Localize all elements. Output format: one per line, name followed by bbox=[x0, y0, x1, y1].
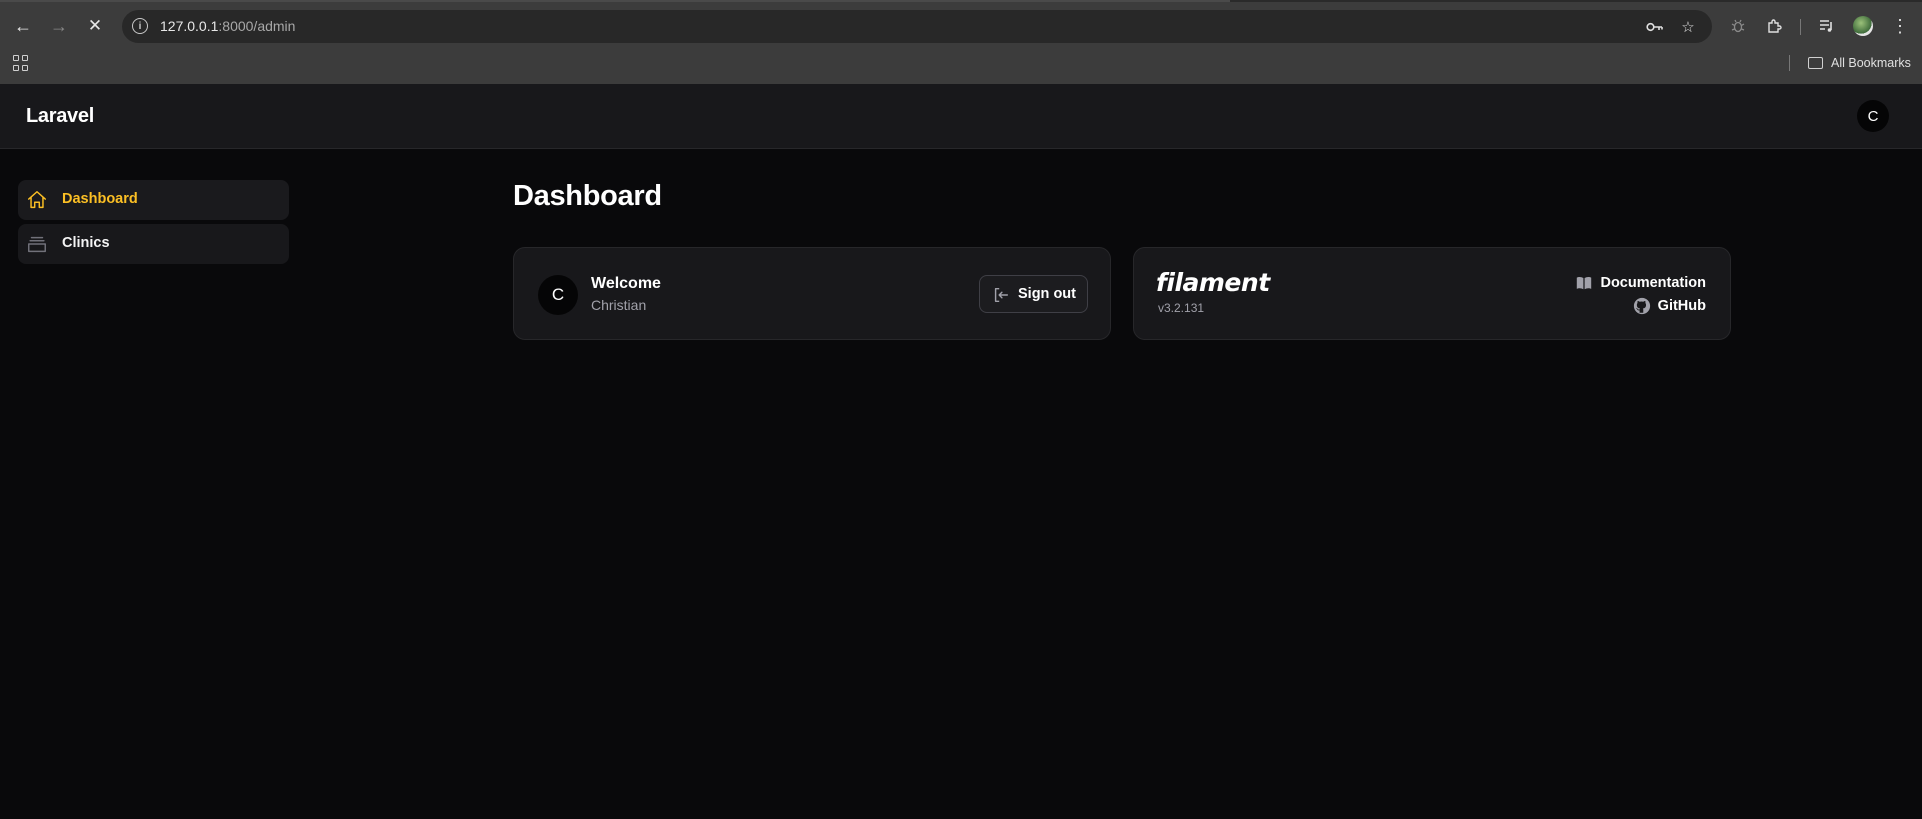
avatar: C bbox=[538, 275, 578, 315]
sign-out-icon bbox=[994, 287, 1009, 303]
active-tab[interactable] bbox=[0, 0, 1230, 2]
browser-menu-icon[interactable]: ⋮ bbox=[1887, 13, 1913, 39]
app-topbar: Laravel C bbox=[0, 84, 1922, 149]
bookmarks-bar: All Bookmarks bbox=[0, 47, 1922, 79]
filament-version: v3.2.131 bbox=[1158, 301, 1205, 315]
sidebar-item-label: Dashboard bbox=[62, 191, 138, 207]
folder-icon bbox=[1808, 57, 1823, 69]
sidebar-item-clinics[interactable]: Clinics bbox=[18, 224, 289, 264]
browser-chrome: ← → ✕ i 127.0.0.1:8000/admin ☆ ⋮ All Boo… bbox=[0, 0, 1922, 84]
apps-grid-icon[interactable] bbox=[13, 55, 29, 71]
account-widget: C Welcome Christian Sign out bbox=[513, 247, 1111, 340]
toolbar-divider bbox=[1800, 19, 1801, 35]
sign-out-button[interactable]: Sign out bbox=[979, 275, 1088, 313]
filament-logo[interactable]: filament bbox=[1156, 268, 1270, 297]
sidebar-item-dashboard[interactable]: Dashboard bbox=[18, 180, 289, 220]
sidebar: Dashboard Clinics bbox=[0, 150, 300, 819]
media-queue-icon[interactable] bbox=[1814, 13, 1840, 39]
sign-out-label: Sign out bbox=[1018, 286, 1076, 302]
url-text[interactable]: 127.0.0.1:8000/admin bbox=[160, 18, 295, 34]
brand-logo[interactable]: Laravel bbox=[26, 105, 94, 128]
welcome-heading: Welcome bbox=[591, 275, 661, 292]
bookmark-star-icon[interactable]: ☆ bbox=[1677, 16, 1699, 38]
github-icon bbox=[1633, 297, 1650, 315]
browser-profile-avatar[interactable] bbox=[1853, 16, 1873, 36]
documentation-link[interactable]: Documentation bbox=[1575, 274, 1706, 292]
user-menu-avatar[interactable]: C bbox=[1857, 100, 1889, 132]
filament-info-widget: filament v3.2.131 Documentation GitHub bbox=[1133, 247, 1731, 340]
stop-loading-icon[interactable]: ✕ bbox=[80, 11, 110, 41]
all-bookmarks-button[interactable]: All Bookmarks bbox=[1808, 54, 1911, 72]
user-name: Christian bbox=[591, 297, 647, 313]
forward-icon[interactable]: → bbox=[44, 11, 74, 41]
all-bookmarks-label: All Bookmarks bbox=[1831, 56, 1911, 70]
extension-bug-icon[interactable] bbox=[1725, 13, 1751, 39]
book-icon bbox=[1577, 276, 1592, 290]
url-path: :8000/admin bbox=[218, 18, 296, 34]
password-key-icon[interactable] bbox=[1644, 16, 1666, 38]
sidebar-item-label: Clinics bbox=[62, 235, 110, 251]
documentation-label: Documentation bbox=[1600, 275, 1706, 291]
github-label: GitHub bbox=[1657, 298, 1706, 314]
site-info-icon[interactable]: i bbox=[132, 18, 148, 34]
extensions-puzzle-icon[interactable] bbox=[1761, 13, 1787, 39]
github-link[interactable]: GitHub bbox=[1633, 297, 1706, 315]
address-bar[interactable]: i 127.0.0.1:8000/admin ☆ bbox=[122, 10, 1712, 43]
home-icon bbox=[28, 191, 46, 209]
bookmarks-divider bbox=[1789, 55, 1790, 71]
stack-icon bbox=[28, 236, 46, 253]
page-title: Dashboard bbox=[513, 180, 662, 212]
back-icon[interactable]: ← bbox=[8, 11, 38, 41]
browser-toolbar: ← → ✕ i 127.0.0.1:8000/admin ☆ ⋮ bbox=[0, 7, 1922, 45]
url-host: 127.0.0.1 bbox=[160, 18, 219, 34]
